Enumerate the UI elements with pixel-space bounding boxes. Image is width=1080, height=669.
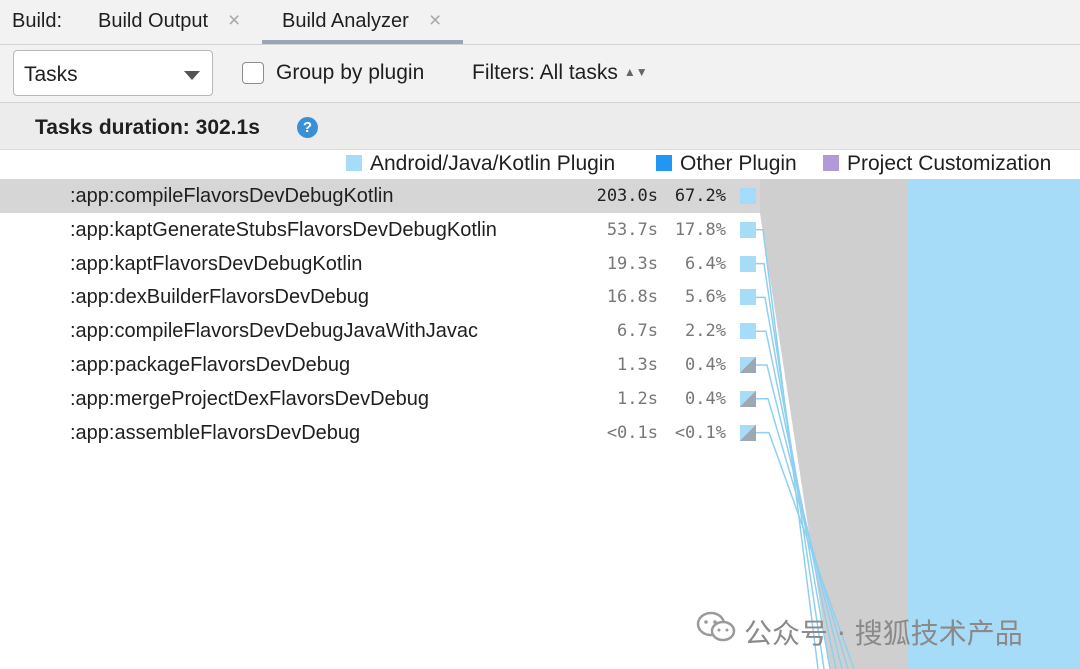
task-row[interactable]: :app:dexBuilderFlavorsDevDebug 16.8s 5.6% bbox=[0, 280, 760, 314]
task-duration: 203.0s bbox=[596, 186, 658, 206]
task-percent: 67.2% bbox=[674, 186, 726, 206]
task-name: :app:compileFlavorsDevDebugKotlin bbox=[70, 185, 394, 207]
legend-swatch-project bbox=[823, 155, 839, 171]
wechat-icon bbox=[696, 611, 736, 642]
build-tab-prefix: Build: bbox=[12, 10, 63, 32]
task-row[interactable]: :app:assembleFlavorsDevDebug <0.1s <0.1% bbox=[0, 416, 760, 450]
task-percent: 0.4% bbox=[685, 388, 726, 409]
up-down-arrows-icon: ▲▼ bbox=[623, 65, 648, 79]
task-percent: <0.1% bbox=[674, 422, 726, 443]
task-duration: 6.7s bbox=[617, 321, 658, 342]
task-duration: 16.8s bbox=[606, 287, 658, 308]
task-name: :app:assembleFlavorsDevDebug bbox=[70, 421, 361, 444]
task-row[interactable]: :app:compileFlavorsDevDebugKotlin 203.0s 6… bbox=[0, 179, 760, 213]
legend-label-project: Project Customization bbox=[847, 152, 1052, 175]
tab-build-output-label: Build Output bbox=[98, 10, 209, 32]
filters-dropdown[interactable]: Filters: All tasks ▲▼ bbox=[472, 61, 648, 85]
plugin-color-swatch bbox=[740, 357, 756, 373]
task-name: :app:kaptFlavorsDevDebugKotlin bbox=[70, 252, 363, 275]
task-duration: 1.2s bbox=[617, 388, 658, 409]
chevron-down-icon bbox=[184, 71, 200, 80]
tasks-duration-header: Tasks duration: 302.1s ? bbox=[0, 103, 1080, 150]
tab-build-analyzer-label: Build Analyzer bbox=[282, 10, 409, 32]
task-row[interactable]: :app:kaptGenerateStubsFlavorsDevDebugKot… bbox=[0, 213, 760, 247]
close-icon[interactable]: × bbox=[228, 9, 240, 33]
task-row[interactable]: :app:kaptFlavorsDevDebugKotlin 19.3s 6.4% bbox=[0, 247, 760, 281]
task-duration: <0.1s bbox=[606, 422, 658, 443]
tab-build-output[interactable]: Build Output × bbox=[88, 0, 256, 44]
task-row[interactable]: :app:packageFlavorsDevDebug 1.3s 0.4% bbox=[0, 348, 760, 382]
task-percent: 2.2% bbox=[685, 321, 726, 342]
group-by-plugin-checkbox[interactable] bbox=[242, 62, 264, 84]
task-row[interactable]: :app:compileFlavorsDevDebugJavaWithJavac… bbox=[0, 314, 760, 348]
task-percent: 17.8% bbox=[674, 219, 726, 240]
chart-selected-task-bar bbox=[908, 179, 1080, 669]
task-name: :app:kaptGenerateStubsFlavorsDevDebugKot… bbox=[70, 218, 497, 241]
view-select-dropdown[interactable]: Tasks bbox=[13, 50, 213, 96]
plugin-color-swatch bbox=[740, 323, 756, 340]
help-icon[interactable]: ? bbox=[297, 117, 318, 138]
plugin-color-swatch bbox=[740, 289, 756, 306]
plugin-color-swatch bbox=[740, 424, 756, 441]
view-select-value: Tasks bbox=[24, 63, 78, 86]
plugin-color-swatch bbox=[740, 255, 756, 272]
tab-build-analyzer[interactable]: Build Analyzer × bbox=[262, 0, 463, 44]
tasks-duration-title: Tasks duration: 302.1s bbox=[35, 116, 260, 139]
legend-swatch-other bbox=[656, 155, 672, 171]
analyzer-toolbar: Tasks Group by plugin Filters: All tasks… bbox=[0, 45, 1080, 103]
plugin-color-swatch bbox=[740, 221, 756, 238]
task-percent: 0.4% bbox=[685, 355, 726, 375]
task-duration: 19.3s bbox=[606, 253, 658, 274]
watermark-text: 公众号 · 搜狐技术产品 bbox=[744, 617, 1023, 650]
plugin-color-swatch bbox=[740, 390, 756, 407]
task-name: :app:mergeProjectDexFlavorsDevDebug bbox=[70, 387, 430, 410]
task-name: :app:packageFlavorsDevDebug bbox=[70, 354, 351, 376]
task-name: :app:dexBuilderFlavorsDevDebug bbox=[70, 286, 370, 309]
task-percent: 6.4% bbox=[685, 253, 726, 274]
task-name: :app:compileFlavorsDevDebugJavaWithJavac bbox=[70, 320, 478, 343]
filters-label: Filters: All tasks bbox=[472, 61, 618, 84]
task-duration: 1.3s bbox=[617, 355, 658, 375]
legend-label-other: Other Plugin bbox=[680, 152, 797, 175]
legend-swatch-android bbox=[346, 155, 362, 171]
group-by-plugin-label[interactable]: Group by plugin bbox=[276, 61, 424, 85]
task-row[interactable]: :app:mergeProjectDexFlavorsDevDebug 1.2s 0… bbox=[0, 382, 760, 416]
legend-label-android: Android/Java/Kotlin Plugin bbox=[370, 152, 616, 175]
tool-window-tab-bar: Build: Build Output × Build Analyzer × bbox=[0, 0, 1080, 45]
close-icon[interactable]: × bbox=[429, 9, 441, 33]
plugin-color-swatch bbox=[740, 188, 756, 204]
task-duration: 53.7s bbox=[606, 219, 658, 240]
task-percent: 5.6% bbox=[685, 287, 726, 308]
